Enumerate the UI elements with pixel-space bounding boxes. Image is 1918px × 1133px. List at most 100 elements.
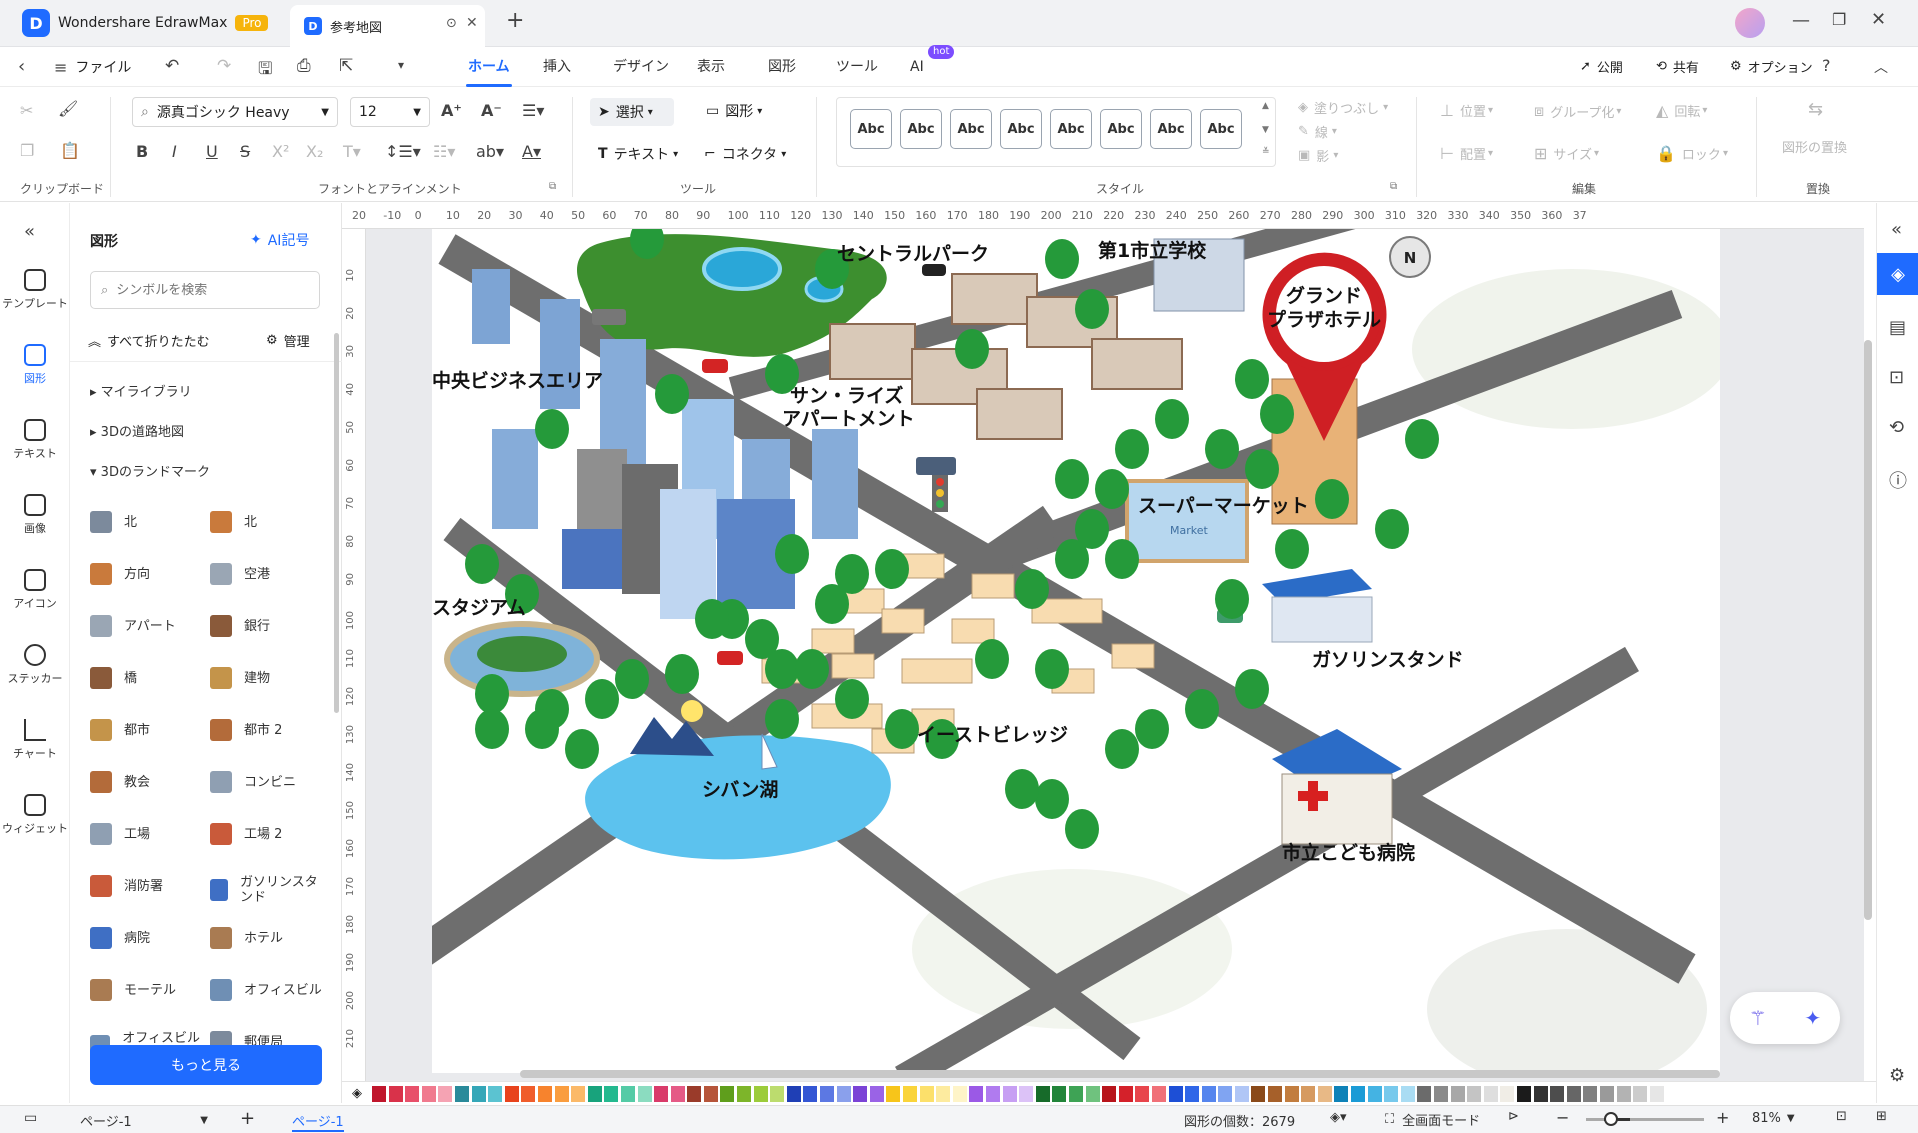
style-preset-7[interactable]: Abc — [1150, 109, 1192, 149]
color-swatch[interactable] — [471, 1085, 486, 1102]
subscript-icon[interactable]: X₂ — [306, 142, 323, 161]
bullet-list-icon[interactable]: ☷▾ — [433, 142, 455, 161]
color-swatch[interactable] — [687, 1085, 702, 1102]
page-format-icon[interactable]: ▤ — [1889, 317, 1906, 338]
symbol-item[interactable]: 北 — [210, 511, 325, 533]
library-my-library[interactable]: ▸ マイライブラリ — [90, 381, 192, 400]
tab-view[interactable]: 表示 — [697, 47, 725, 87]
color-swatch[interactable] — [969, 1085, 984, 1102]
color-swatch[interactable] — [820, 1085, 835, 1102]
document-tab[interactable]: D 参考地図 ⊙ ✕ — [290, 5, 485, 47]
export-icon[interactable]: ⇱ — [339, 56, 353, 76]
symbol-item[interactable]: 都市 — [90, 719, 205, 741]
color-swatch[interactable] — [1550, 1085, 1565, 1102]
color-swatch[interactable] — [1566, 1085, 1581, 1102]
undo-icon[interactable]: ↶ — [165, 56, 179, 76]
symbol-item[interactable]: コンビニ — [210, 771, 325, 793]
shape-tool-button[interactable]: ▭ 図形 ▾ — [706, 101, 762, 121]
history-icon[interactable]: ⟲ — [1889, 417, 1904, 438]
save-icon[interactable]: 🖫 — [258, 56, 272, 85]
redo-icon[interactable]: ↷ — [217, 56, 231, 76]
options-button[interactable]: ⚙ オプション — [1730, 57, 1813, 76]
color-swatch[interactable] — [504, 1085, 519, 1102]
color-swatch[interactable] — [1533, 1085, 1548, 1102]
zoom-level-select[interactable]: 81% ▼ — [1752, 1111, 1795, 1126]
color-swatch[interactable] — [1035, 1085, 1050, 1102]
symbol-item[interactable]: 空港 — [210, 563, 325, 585]
symbol-item[interactable]: 消防署 — [90, 875, 205, 897]
color-swatch[interactable] — [1102, 1085, 1117, 1102]
layers-icon[interactable]: ◈▾ — [1330, 1110, 1347, 1125]
font-color-icon[interactable]: A▾ — [522, 142, 541, 161]
font-size-select[interactable]: 12 ▼ — [350, 97, 430, 127]
position-button[interactable]: ⊥ 位置 ▾ — [1440, 101, 1493, 120]
color-swatch[interactable] — [853, 1085, 868, 1102]
symbol-item[interactable]: 北 — [90, 511, 205, 533]
text-style-icon[interactable]: ab▾ — [476, 142, 504, 161]
color-swatch[interactable] — [869, 1085, 884, 1102]
color-swatch[interactable] — [1400, 1085, 1415, 1102]
symbol-item[interactable]: ホテル — [210, 927, 325, 949]
collapse-all-button[interactable]: ︽ すべて折りたたむ — [88, 331, 210, 350]
strikethrough-icon[interactable]: S — [240, 142, 250, 161]
color-swatch[interactable] — [1334, 1085, 1349, 1102]
back-icon[interactable]: ‹ — [18, 56, 25, 77]
color-swatch[interactable] — [1467, 1085, 1482, 1102]
color-swatch[interactable] — [886, 1085, 901, 1102]
select-tool-button[interactable]: ➤ 選択 ▾ — [590, 98, 674, 126]
copy-icon[interactable]: ❐ — [20, 141, 34, 160]
color-swatch[interactable] — [1284, 1085, 1299, 1102]
close-tab-icon[interactable]: ✕ — [466, 15, 478, 31]
text-align-icon[interactable]: ☰▾ — [522, 101, 544, 120]
horizontal-scrollbar[interactable] — [520, 1070, 1720, 1078]
style-preset-5[interactable]: Abc — [1050, 109, 1092, 149]
color-swatch[interactable] — [1317, 1085, 1332, 1102]
color-swatch[interactable] — [1151, 1085, 1166, 1102]
color-swatch[interactable] — [1583, 1085, 1598, 1102]
gallery-expand-icon[interactable]: ≚ — [1262, 147, 1270, 157]
color-swatch[interactable] — [571, 1085, 586, 1102]
style-preset-2[interactable]: Abc — [900, 109, 942, 149]
color-swatch[interactable] — [405, 1085, 420, 1102]
style-preset-3[interactable]: Abc — [950, 109, 992, 149]
color-swatch[interactable] — [587, 1085, 602, 1102]
fit-page-icon[interactable]: ⊡ — [1836, 1109, 1847, 1124]
symbol-item[interactable]: ガソリンスタンド — [210, 875, 325, 905]
color-swatch[interactable] — [654, 1085, 669, 1102]
fit-width-icon[interactable]: ⊞ — [1876, 1109, 1887, 1124]
color-swatch[interactable] — [1218, 1085, 1233, 1102]
symbol-item[interactable]: 都市 2 — [210, 719, 325, 741]
italic-icon[interactable]: I — [172, 142, 177, 161]
text-case-icon[interactable]: T▾ — [343, 142, 361, 161]
color-swatch[interactable] — [1434, 1085, 1448, 1102]
settings-gear-icon[interactable]: ⚙ — [1889, 1065, 1905, 1086]
color-swatch[interactable] — [1599, 1085, 1614, 1102]
replace-shape-label[interactable]: 図形の置換 — [1782, 137, 1847, 156]
color-swatch[interactable] — [488, 1085, 503, 1102]
color-swatch[interactable] — [372, 1085, 386, 1102]
color-swatch[interactable] — [1367, 1085, 1382, 1102]
color-swatch[interactable] — [1068, 1085, 1083, 1102]
style-preset-4[interactable]: Abc — [1000, 109, 1042, 149]
color-swatch[interactable] — [1185, 1085, 1200, 1102]
color-swatch[interactable] — [1516, 1085, 1531, 1102]
page-tab[interactable]: ページ-1 — [292, 1111, 344, 1132]
publish-button[interactable]: ➚ 公開 — [1580, 57, 1623, 76]
add-page-button[interactable]: + — [240, 1108, 255, 1129]
share-button[interactable]: ⟲ 共有 — [1656, 57, 1699, 76]
zoom-slider-handle[interactable] — [1604, 1112, 1618, 1126]
color-swatch[interactable] — [421, 1085, 436, 1102]
symbol-search-box[interactable]: ⌕ — [90, 271, 320, 309]
tab-tools[interactable]: ツール — [836, 47, 878, 87]
color-swatch[interactable] — [952, 1085, 967, 1102]
connector-tool-button[interactable]: ⌐ コネクタ ▾ — [704, 144, 786, 164]
page-selector[interactable]: ページ-1 ▼ — [80, 1111, 208, 1130]
library-3d-landmarks[interactable]: ▾ 3Dのランドマーク — [90, 461, 210, 480]
color-swatch[interactable] — [903, 1085, 917, 1102]
color-swatch[interactable] — [770, 1085, 785, 1102]
fullscreen-button[interactable]: ⛶ 全画面モード — [1385, 1110, 1480, 1129]
color-swatch[interactable] — [438, 1085, 453, 1102]
symbol-item[interactable]: 工場 2 — [210, 823, 325, 845]
color-swatch[interactable] — [1234, 1085, 1249, 1102]
tab-ai[interactable]: AI hot — [910, 45, 955, 87]
